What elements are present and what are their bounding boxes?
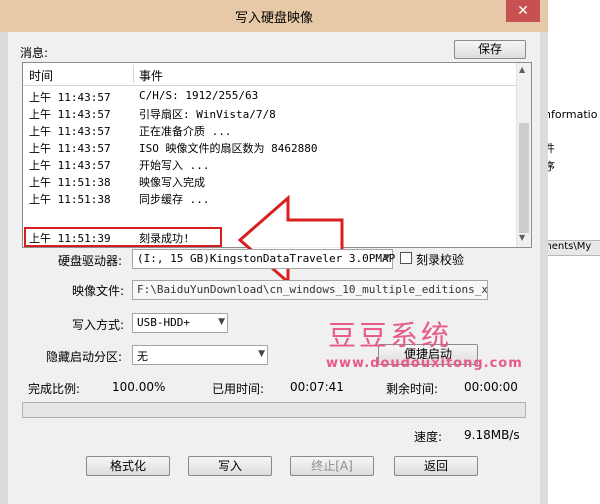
log-time: 上午 11:43:57 [29,159,111,172]
watermark-logo: 豆豆系统 [328,319,453,352]
image-file-value: F:\BaiduYunDownload\cn_windows_10_multip… [137,283,488,296]
hidden-partition-select[interactable]: 无 ▼ [132,345,268,365]
log-row: 上午 11:43:57 开始写入 ... [23,156,517,172]
log-row: 上午 11:43:57 引导扇区: WinVista/7/8 [23,105,517,121]
log-row: 上午 11:43:57 正在准备介质 ... [23,122,517,138]
back-button[interactable]: 返回 [394,456,478,476]
success-highlight-box [24,227,222,247]
scroll-up-icon[interactable]: ▲ [519,65,525,74]
write-button[interactable]: 写入 [188,456,272,476]
speed-label: 速度: [414,430,443,444]
write-method-label: 写入方式: [72,318,125,332]
log-event: 正在准备介质 ... [139,125,232,138]
image-file-field[interactable]: F:\BaiduYunDownload\cn_windows_10_multip… [132,280,488,300]
log-time: 上午 11:51:38 [29,176,111,189]
speed-value: 9.18MB/s [464,428,520,442]
log-row: 上午 11:43:57 C/H/S: 1912/255/63 [23,88,517,104]
annotation-arrow-icon [238,194,344,286]
remaining-value: 00:00:00 [464,380,518,394]
complete-value: 100.00% [112,380,166,394]
background-window: nformatio 件 序 ments\My [540,0,600,504]
title-bar[interactable]: 写入硬盘映像 ✕ [0,0,548,32]
column-time: 时间 [29,69,54,83]
log-time: 上午 11:43:57 [29,125,111,138]
scroll-thumb[interactable] [519,123,529,233]
watermark-url: www.doudouxitong.com [326,356,523,371]
log-time: 上午 11:43:57 [29,91,111,104]
log-time: 上午 11:43:57 [29,108,111,121]
column-separator [133,65,134,83]
remaining-label: 剩余时间: [386,382,439,396]
log-row: 上午 11:51:38 映像写入完成 [23,173,517,189]
image-file-label: 映像文件: [72,284,125,298]
log-event: ISO 映像文件的扇区数为 8462880 [139,142,318,155]
save-button[interactable]: 保存 [454,40,526,59]
drive-label: 硬盘驱动器: [58,254,123,268]
scroll-down-icon[interactable]: ▼ [519,233,525,242]
dialog-body: 消息: 保存 时间 事件 上午 11:43:57 C/H/S: 1912/255/… [8,32,540,504]
hidden-partition-label: 隐藏启动分区: [46,350,123,364]
drive-value: (I:, 15 GB)KingstonDataTraveler 3.0PMAP [137,252,396,265]
elapsed-value: 00:07:41 [290,380,344,394]
hidden-partition-value: 无 [137,350,148,363]
log-event: 映像写入完成 [139,176,205,189]
write-method-select[interactable]: USB-HDD+ ▼ [132,313,228,333]
progress-bar [22,402,526,418]
log-event: 同步缓存 ... [139,193,210,206]
log-event: C/H/S: 1912/255/63 [139,89,259,102]
write-disk-image-window: 写入硬盘映像 ✕ 消息: 保存 时间 事件 上午 11:43:57 C/H/S: … [0,0,548,504]
log-time: 上午 11:43:57 [29,142,111,155]
close-icon[interactable]: ✕ [506,0,540,22]
chevron-down-icon: ▼ [258,349,265,359]
column-event: 事件 [139,69,164,83]
log-event: 开始写入 ... [139,159,210,172]
drive-select[interactable]: (I:, 15 GB)KingstonDataTraveler 3.0PMAP … [132,249,396,269]
log-header: 时间 事件 [23,63,517,86]
chevron-down-icon: ▼ [218,317,225,327]
elapsed-label: 已用时间: [212,382,265,396]
window-title: 写入硬盘映像 [234,11,313,26]
log-time: 上午 11:51:38 [29,193,111,206]
log-row: 上午 11:43:57 ISO 映像文件的扇区数为 8462880 [23,139,517,155]
verify-label: 刻录校验 [416,253,465,267]
complete-label: 完成比例: [28,382,81,396]
chevron-down-icon: ▼ [383,253,390,263]
verify-checkbox[interactable] [400,252,412,264]
background-path-text: ments\My [542,241,592,252]
background-text-1: nformatio [544,108,598,121]
write-method-value: USB-HDD+ [137,316,190,329]
log-scrollbar[interactable]: ▲ ▼ [516,63,531,247]
format-button[interactable]: 格式化 [86,456,170,476]
messages-label: 消息: [20,46,49,60]
background-path-bar: ments\My [540,240,600,256]
log-event: 引导扇区: WinVista/7/8 [139,108,276,121]
stop-button[interactable]: 终止[A] [290,456,374,476]
